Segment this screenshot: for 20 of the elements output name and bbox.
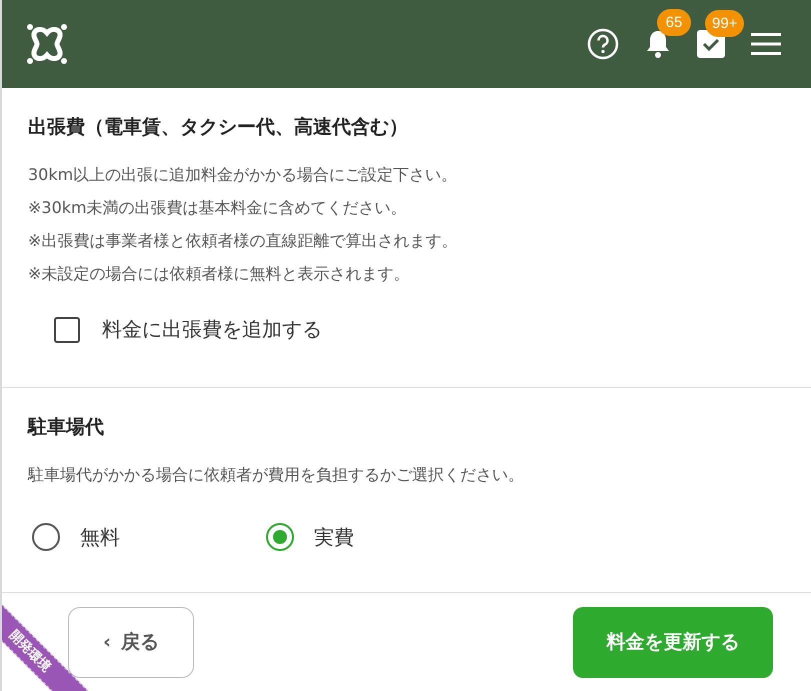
- radio-button[interactable]: [266, 523, 294, 551]
- description-text: ※30km未満の出張費は基本料金に含めてください。: [28, 197, 408, 219]
- description-text: 30km以上の出張に追加料金がかかる場合にご設定下さい。: [28, 164, 458, 186]
- section-title: 出張費（電車賃、タクシー代、高速代含む）: [28, 115, 409, 140]
- notification-count: 65: [657, 9, 691, 36]
- logo-icon[interactable]: [26, 23, 68, 65]
- description-text: ※未設定の場合には依頼者様に無料と表示されます。: [28, 263, 410, 285]
- radio-label[interactable]: 実費: [314, 524, 354, 550]
- help-icon[interactable]: [587, 28, 619, 60]
- checkbox[interactable]: [54, 316, 80, 342]
- menu-icon[interactable]: [751, 33, 781, 55]
- section-title: 駐車場代: [28, 415, 105, 440]
- bell-icon[interactable]: [645, 29, 671, 59]
- description-text: ※出張費は事業者様と依頼者様の直線距離で算出されます。: [28, 230, 458, 252]
- description-text: 駐車場代がかかる場合に依頼者が費用を負担するかご選択ください。: [28, 464, 525, 486]
- task-count: 99+: [705, 10, 744, 37]
- radio-button[interactable]: [32, 523, 60, 551]
- back-button[interactable]: ‹ 戻る: [68, 606, 194, 678]
- checkbox-label[interactable]: 料金に出張費を追加する: [102, 316, 322, 343]
- radio-label[interactable]: 無料: [80, 524, 120, 550]
